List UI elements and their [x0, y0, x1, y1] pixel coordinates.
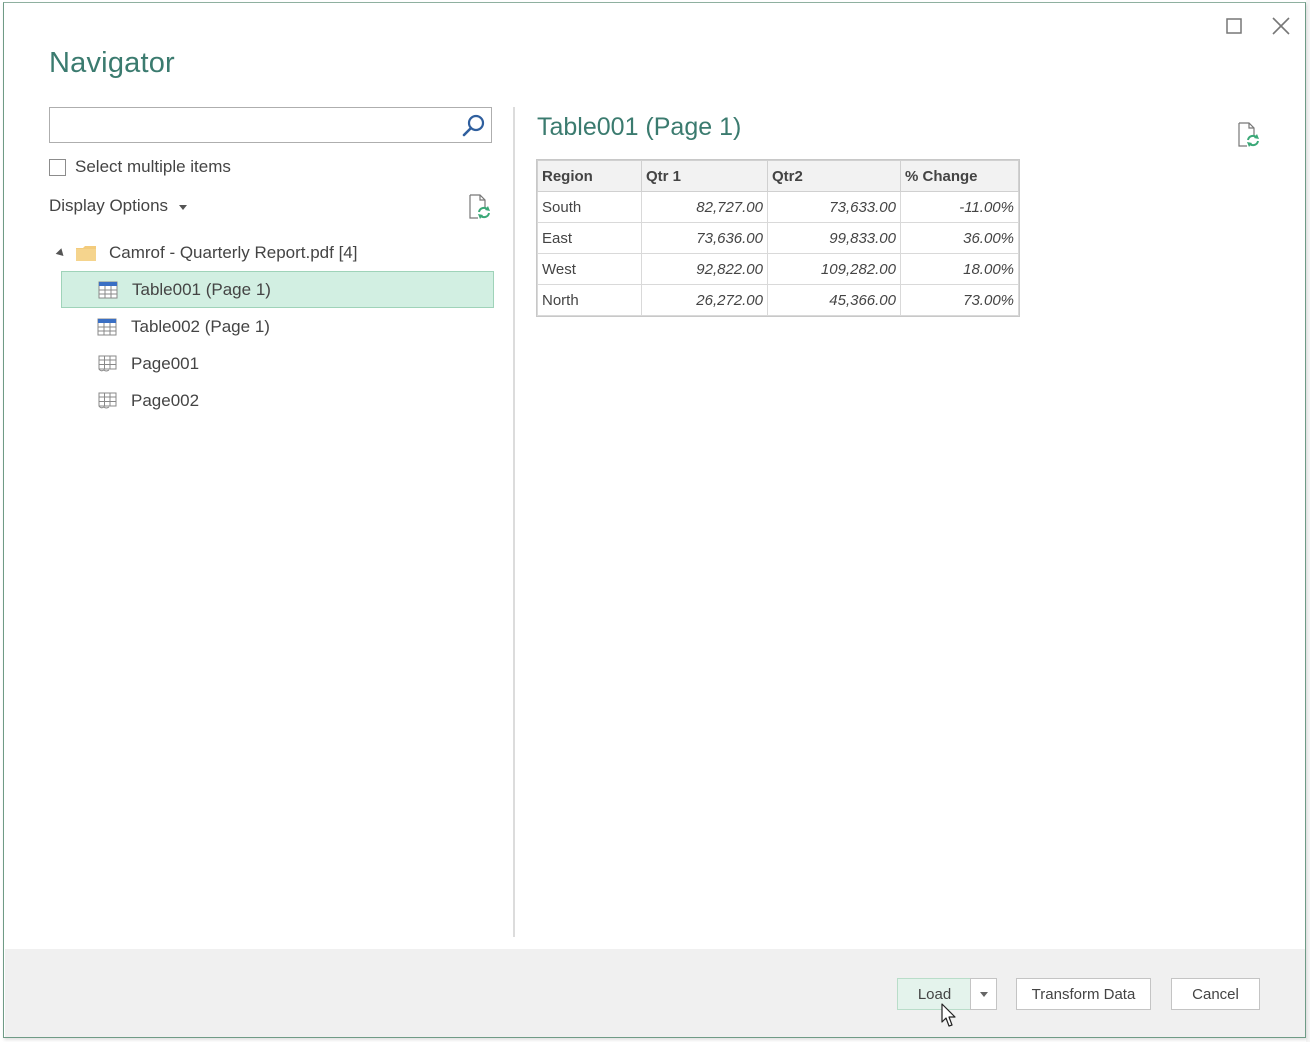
- refresh-document-icon: [469, 194, 490, 219]
- table-cell: 109,282.00: [767, 253, 901, 285]
- column-header[interactable]: Region: [537, 160, 642, 192]
- tree-item-page001[interactable]: Page001: [61, 345, 494, 382]
- expand-collapse-icon[interactable]: [55, 247, 67, 259]
- table-cell: 73,636.00: [641, 222, 768, 254]
- table-cell: East: [537, 222, 642, 254]
- search-box[interactable]: [49, 107, 492, 143]
- table-row: West 92,822.00 109,282.00 18.00%: [537, 253, 1019, 285]
- table-cell: 92,822.00: [641, 253, 768, 285]
- folder-icon: [76, 245, 96, 261]
- navigator-tree: Camrof - Quarterly Report.pdf [4] Table0…: [49, 235, 494, 419]
- display-options-label: Display Options: [49, 196, 169, 215]
- background-edge: [1306, 0, 1310, 1042]
- table-cell: 73.00%: [900, 284, 1019, 316]
- select-multiple-checkbox[interactable]: [49, 158, 66, 176]
- select-multiple-items[interactable]: Select multiple items: [49, 157, 231, 177]
- tree-root-label: Camrof - Quarterly Report.pdf [4]: [109, 243, 358, 262]
- table-cell: 36.00%: [900, 222, 1019, 254]
- maximize-icon: [1226, 18, 1242, 34]
- table-cell: South: [537, 191, 642, 223]
- chevron-down-icon: [979, 991, 988, 997]
- tree-root-file[interactable]: Camrof - Quarterly Report.pdf [4]: [49, 235, 494, 271]
- transform-data-button[interactable]: Transform Data: [1016, 978, 1151, 1010]
- dialog-title: Navigator: [49, 47, 175, 79]
- maximize-button[interactable]: [1222, 13, 1248, 39]
- table-icon: [97, 318, 117, 335]
- table-cell: 82,727.00: [641, 191, 768, 223]
- preview-refresh-button[interactable]: [1235, 121, 1261, 149]
- table-cell: 73,633.00: [767, 191, 901, 223]
- table-row: North 26,272.00 45,366.00 73.00%: [537, 284, 1019, 316]
- column-header[interactable]: % Change: [900, 160, 1019, 192]
- table-row: South 82,727.00 73,633.00 -11.00%: [537, 191, 1019, 223]
- page-icon: [98, 392, 117, 408]
- display-options-dropdown[interactable]: Display Options: [49, 196, 188, 216]
- table-cell: -11.00%: [900, 191, 1019, 223]
- preview-title: Table001 (Page 1): [537, 113, 742, 141]
- table-header-row: Region Qtr 1 Qtr2 % Change: [537, 160, 1019, 192]
- preview-table: Region Qtr 1 Qtr2 % Change South 82,727.…: [536, 159, 1020, 317]
- table-cell: 45,366.00: [767, 284, 901, 316]
- navigator-dialog: Navigator Select multiple items Display …: [3, 2, 1306, 1038]
- column-header[interactable]: Qtr 1: [641, 160, 768, 192]
- cancel-button[interactable]: Cancel: [1171, 978, 1260, 1010]
- tree-item-label: Page002: [131, 390, 200, 410]
- refresh-document-icon: [1238, 122, 1259, 147]
- column-header[interactable]: Qtr2: [767, 160, 901, 192]
- search-icon[interactable]: [461, 113, 487, 139]
- tree-item-label: Table001 (Page 1): [132, 279, 271, 299]
- table-cell: West: [537, 253, 642, 285]
- tree-item-table002[interactable]: Table002 (Page 1): [61, 308, 494, 345]
- table-cell: North: [537, 284, 642, 316]
- close-icon: [1272, 17, 1290, 35]
- load-button[interactable]: Load: [897, 978, 971, 1010]
- load-options-button[interactable]: [970, 978, 997, 1010]
- refresh-button[interactable]: [466, 193, 492, 221]
- tree-item-label: Table002 (Page 1): [131, 316, 270, 336]
- tree-item-label: Page001: [131, 353, 200, 373]
- table-cell: 26,272.00: [641, 284, 768, 316]
- select-multiple-label: Select multiple items: [75, 157, 231, 176]
- table-icon: [98, 281, 118, 298]
- tree-item-table001[interactable]: Table001 (Page 1): [61, 271, 494, 308]
- table-row: East 73,636.00 99,833.00 36.00%: [537, 222, 1019, 254]
- page-icon: [98, 355, 117, 371]
- close-button[interactable]: [1268, 13, 1294, 39]
- chevron-down-icon: [179, 204, 188, 210]
- tree-item-page002[interactable]: Page002: [61, 382, 494, 419]
- table-cell: 99,833.00: [767, 222, 901, 254]
- table-cell: 18.00%: [900, 253, 1019, 285]
- search-input[interactable]: [56, 108, 456, 140]
- pane-divider[interactable]: [513, 107, 515, 937]
